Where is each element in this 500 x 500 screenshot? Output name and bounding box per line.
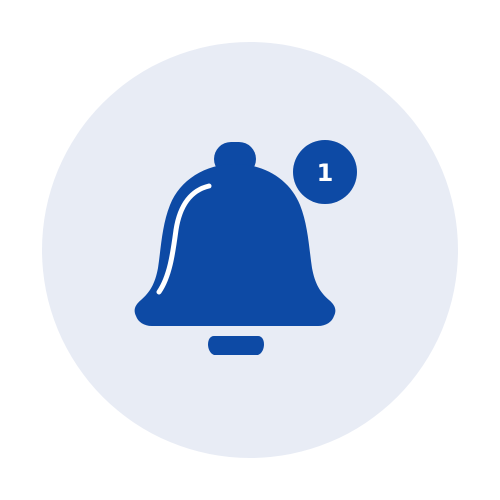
notification-icon-graphic: 1 [0,0,500,500]
bell-clapper [208,336,264,355]
notification-badge[interactable]: 1 [293,140,357,204]
badge-count: 1 [317,159,334,187]
bell-icon-svg: 1 [42,42,458,458]
